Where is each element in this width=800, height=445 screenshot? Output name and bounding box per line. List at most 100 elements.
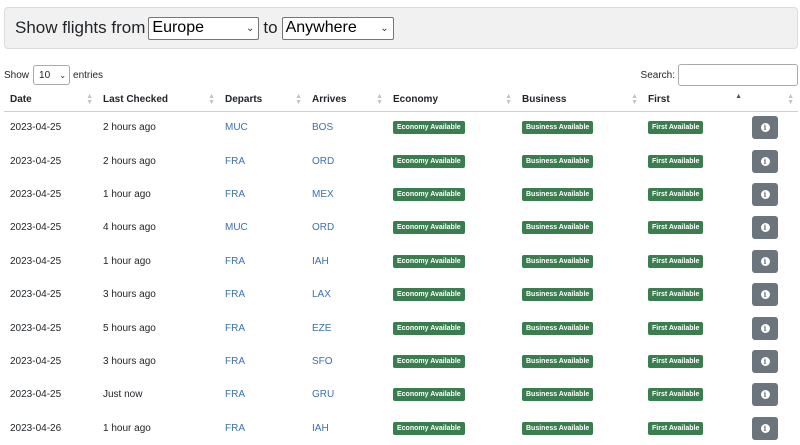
economy-badge: Economy Available: [393, 288, 465, 302]
search-label: Search:: [640, 69, 675, 81]
sort-icon: ▲▼: [505, 92, 512, 106]
departs-link[interactable]: FRA: [225, 356, 245, 367]
arrives-link[interactable]: MEX: [312, 189, 334, 200]
info-circle-icon: i: [760, 189, 770, 199]
info-circle-icon: i: [760, 223, 770, 233]
first-badge: First Available: [648, 154, 704, 168]
column-header-date[interactable]: Date ▲ ▼: [4, 89, 97, 112]
economy-badge: Economy Available: [393, 154, 465, 168]
departs-link[interactable]: FRA: [225, 323, 245, 334]
column-header-label: Arrives: [312, 94, 347, 106]
info-button[interactable]: i: [752, 116, 778, 140]
last-checked-cell: 2 hours ago: [103, 122, 156, 134]
table-row: 2023-04-25 3 hours ago FRA SFO Economy Avail…: [4, 345, 798, 378]
business-badge: Business Available: [522, 121, 594, 135]
table-row: 2023-04-25 3 hours ago FRA LAX Economy Avail…: [4, 278, 798, 311]
column-header-arrives[interactable]: Arrives ▲ ▼: [306, 89, 387, 112]
to-region-value: Anywhere: [285, 19, 357, 36]
arrives-link[interactable]: SFO: [312, 356, 333, 367]
departs-link[interactable]: FRA: [225, 189, 245, 200]
departs-link[interactable]: MUC: [225, 222, 248, 233]
table-row: 2023-04-25 Just now FRA GRU Economy Availabl…: [4, 378, 798, 411]
departs-link[interactable]: FRA: [225, 389, 245, 400]
economy-badge: Economy Available: [393, 321, 465, 335]
column-header-label: Last Checked: [103, 94, 169, 106]
sort-icon: ▲▼: [787, 92, 794, 106]
table-row: 2023-04-25 1 hour ago FRA IAH Economy Availa…: [4, 245, 798, 278]
arrives-link[interactable]: LAX: [312, 289, 331, 300]
flights-table: Date ▲ ▼ Last Checked ▲ ▼ Departs ▲ ▼ Arrives ▲ ▼ Ec…: [4, 89, 798, 445]
economy-badge: Economy Available: [393, 221, 465, 235]
info-button[interactable]: i: [752, 316, 778, 340]
date-cell: 2023-04-26: [10, 422, 62, 434]
date-cell: 2023-04-25: [10, 155, 62, 167]
column-header-departs[interactable]: Departs ▲ ▼: [219, 89, 306, 112]
arrives-link[interactable]: GRU: [312, 389, 334, 400]
sort-icon: ▲▼: [735, 92, 742, 100]
arrives-link[interactable]: ORD: [312, 156, 334, 167]
last-checked-cell: 5 hours ago: [103, 322, 156, 334]
business-badge: Business Available: [522, 321, 594, 335]
departs-link[interactable]: FRA: [225, 423, 245, 434]
economy-badge: Economy Available: [393, 354, 465, 368]
departs-link[interactable]: MUC: [225, 122, 248, 133]
sort-icon: ▲▼: [86, 92, 93, 106]
arrives-link[interactable]: IAH: [312, 423, 329, 434]
last-checked-cell: 1 hour ago: [103, 188, 151, 200]
departs-link[interactable]: FRA: [225, 289, 245, 300]
info-button[interactable]: i: [752, 383, 778, 407]
economy-badge: Economy Available: [393, 254, 465, 268]
business-badge: Business Available: [522, 221, 594, 235]
last-checked-cell: 3 hours ago: [103, 355, 156, 367]
column-header-economy[interactable]: Economy ▲ ▼: [387, 89, 516, 112]
info-button[interactable]: i: [752, 283, 778, 307]
entries-length-control: Show 10 ⌄ entries: [4, 65, 103, 85]
arrives-link[interactable]: BOS: [312, 122, 333, 133]
column-header-last-checked[interactable]: Last Checked ▲ ▼: [97, 89, 219, 112]
info-button[interactable]: i: [752, 216, 778, 240]
table-row: 2023-04-25 2 hours ago MUC BOS Economy Avail…: [4, 111, 798, 144]
table-row: 2023-04-25 2 hours ago FRA ORD Economy Avail…: [4, 144, 798, 177]
arrives-link[interactable]: IAH: [312, 256, 329, 267]
info-button[interactable]: i: [752, 416, 778, 440]
table-row: 2023-04-25 1 hour ago FRA MEX Economy Availa…: [4, 178, 798, 211]
chevron-down-icon: ⌄: [59, 70, 67, 80]
from-region-select[interactable]: Europe ⌄: [148, 16, 260, 40]
entries-select[interactable]: 10 ⌄: [33, 65, 71, 85]
economy-badge: Economy Available: [393, 388, 465, 402]
to-region-select[interactable]: Anywhere ⌄: [281, 16, 394, 40]
show-label: Show: [4, 69, 30, 81]
date-cell: 2023-04-25: [10, 322, 62, 334]
table-row: 2023-04-25 4 hours ago MUC ORD Economy Avail…: [4, 211, 798, 244]
first-badge: First Available: [648, 421, 704, 435]
info-button[interactable]: i: [752, 149, 778, 173]
column-header-business[interactable]: Business ▲ ▼: [516, 89, 642, 112]
table-row: 2023-04-26 1 hour ago FRA IAH Economy Availa…: [4, 412, 798, 445]
date-cell: 2023-04-25: [10, 188, 62, 200]
info-circle-icon: i: [760, 256, 770, 266]
column-header-first[interactable]: First ▲▼: [642, 89, 746, 112]
info-button[interactable]: i: [752, 249, 778, 273]
first-badge: First Available: [648, 354, 704, 368]
info-button[interactable]: i: [752, 182, 778, 206]
column-header-actions[interactable]: ▲ ▼: [746, 89, 798, 112]
table-body: 2023-04-25 2 hours ago MUC BOS Economy Avail…: [4, 111, 798, 445]
sort-icon: ▲▼: [295, 92, 302, 106]
departs-link[interactable]: FRA: [225, 256, 245, 267]
departs-link[interactable]: FRA: [225, 156, 245, 167]
filter-to-label: to: [263, 18, 278, 37]
arrives-link[interactable]: EZE: [312, 323, 331, 334]
date-cell: 2023-04-25: [10, 289, 62, 301]
business-badge: Business Available: [522, 154, 594, 168]
business-badge: Business Available: [522, 388, 594, 402]
first-badge: First Available: [648, 388, 704, 402]
business-badge: Business Available: [522, 187, 594, 201]
date-cell: 2023-04-25: [10, 355, 62, 367]
info-button[interactable]: i: [752, 349, 778, 373]
economy-badge: Economy Available: [393, 187, 465, 201]
search-input[interactable]: [678, 64, 798, 86]
arrives-link[interactable]: ORD: [312, 222, 334, 233]
table-header-row: Date ▲ ▼ Last Checked ▲ ▼ Departs ▲ ▼ Arrives ▲ ▼ Ec…: [4, 89, 798, 112]
date-cell: 2023-04-25: [10, 389, 62, 401]
info-circle-icon: i: [760, 156, 770, 166]
